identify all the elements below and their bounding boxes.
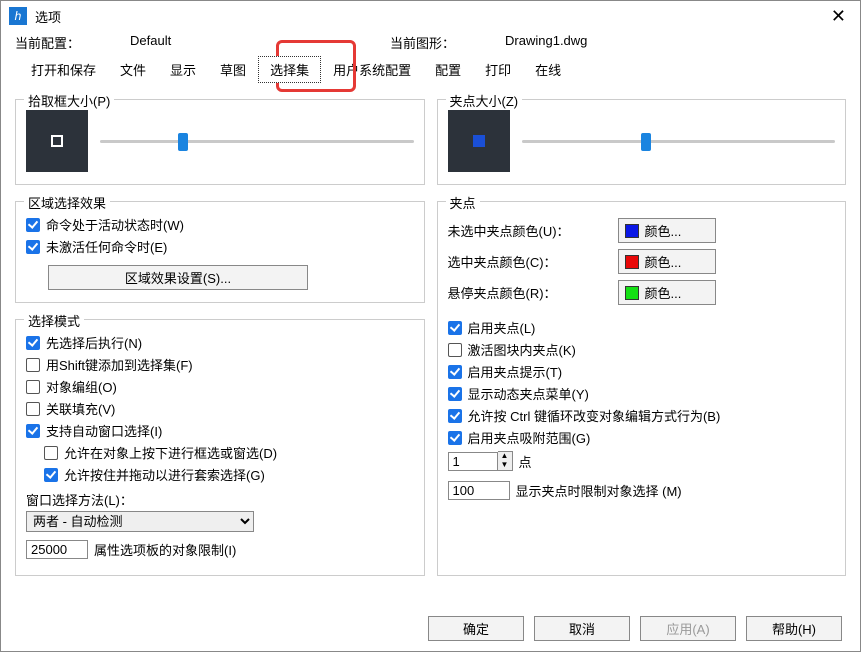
config-info: 当前配置： Default 当前图形： Drawing1.dwg — [1, 31, 860, 56]
mode-label-1: 用Shift键添加到选择集(F) — [46, 355, 193, 374]
apply-button[interactable]: 应用(A) — [640, 616, 736, 641]
mode-title: 选择模式 — [24, 311, 84, 330]
tab-7[interactable]: 打印 — [473, 56, 523, 83]
pickbox-group: 拾取框大小(P) — [15, 99, 425, 185]
region-group: 区域选择效果 命令处于活动状态时(W) 未激活任何命令时(E) 区域效果设置(S… — [15, 201, 425, 303]
region-settings-button[interactable]: 区域效果设置(S)... — [48, 265, 308, 290]
mode-sub-check-0[interactable] — [44, 446, 58, 460]
config-label: 当前配置： — [15, 33, 80, 52]
grip-range-input[interactable] — [448, 452, 498, 471]
tab-1[interactable]: 文件 — [108, 56, 158, 83]
tab-6[interactable]: 配置 — [423, 56, 473, 83]
mode-sub-label-1: 允许按住并拖动以进行套索选择(G) — [64, 465, 265, 484]
drawing-label: 当前图形： — [390, 33, 455, 52]
region-active-check[interactable] — [26, 218, 40, 232]
color-button-0[interactable]: 颜色... — [618, 218, 716, 243]
grip-check-label-0: 启用夹点(L) — [468, 318, 536, 337]
grip-group-title: 夹点 — [446, 193, 480, 212]
grip-check-0[interactable] — [448, 321, 462, 335]
color-label-1: 选中夹点颜色(C)： — [448, 252, 618, 271]
mode-check-4[interactable] — [26, 424, 40, 438]
limit-input[interactable] — [26, 540, 88, 559]
gripsize-group: 夹点大小(Z) — [437, 99, 847, 185]
tab-3[interactable]: 草图 — [208, 56, 258, 83]
mode-label-3: 关联填充(V) — [46, 399, 115, 418]
region-idle-label: 未激活任何命令时(E) — [46, 237, 167, 256]
tab-bar: 打开和保存文件显示草图选择集用户系统配置配置打印在线 — [1, 56, 860, 83]
grip-check-1[interactable] — [448, 343, 462, 357]
pickbox-preview — [26, 110, 88, 172]
left-column: 拾取框大小(P) 区域选择效果 命令处于活动状态时(W) 未激活任何命令时(E)… — [15, 91, 425, 576]
color-label-0: 未选中夹点颜色(U)： — [448, 221, 618, 240]
pickbox-title: 拾取框大小(P) — [24, 91, 114, 110]
winsel-label: 窗口选择方法(L)： — [26, 490, 414, 509]
winsel-select[interactable]: 两者 - 自动检测 — [26, 511, 254, 532]
color-button-1[interactable]: 颜色... — [618, 249, 716, 274]
grip-check-5[interactable] — [448, 431, 462, 445]
spin-down-icon[interactable]: ▼ — [498, 461, 512, 470]
app-logo-icon: h — [9, 7, 27, 25]
tab-2[interactable]: 显示 — [158, 56, 208, 83]
grip-preview — [448, 110, 510, 172]
mode-check-3[interactable] — [26, 402, 40, 416]
region-title: 区域选择效果 — [24, 193, 110, 212]
mode-sub-check-1[interactable] — [44, 468, 58, 482]
color-swatch-0 — [625, 224, 639, 238]
grip-limit-input[interactable] — [448, 481, 510, 500]
drawing-value: Drawing1.dwg — [505, 33, 765, 52]
grip-range-label: 点 — [519, 452, 532, 471]
color-label-2: 悬停夹点颜色(R)： — [448, 283, 618, 302]
grip-check-label-2: 启用夹点提示(T) — [468, 362, 563, 381]
mode-check-1[interactable] — [26, 358, 40, 372]
gripsize-slider[interactable] — [522, 132, 836, 150]
ok-button[interactable]: 确定 — [428, 616, 524, 641]
mode-label-4: 支持自动窗口选择(I) — [46, 421, 162, 440]
region-idle-check[interactable] — [26, 240, 40, 254]
tab-0[interactable]: 打开和保存 — [19, 56, 108, 83]
grip-check-3[interactable] — [448, 387, 462, 401]
help-button[interactable]: 帮助(H) — [746, 616, 842, 641]
grip-group: 夹点 未选中夹点颜色(U)：颜色...选中夹点颜色(C)：颜色...悬停夹点颜色… — [437, 201, 847, 576]
color-swatch-1 — [625, 255, 639, 269]
mode-sub-label-0: 允许在对象上按下进行框选或窗选(D) — [64, 443, 277, 462]
right-column: 夹点大小(Z) 夹点 未选中夹点颜色(U)：颜色...选中夹点颜色(C)：颜色.… — [437, 91, 847, 576]
grip-limit-label: 显示夹点时限制对象选择 (M) — [516, 481, 682, 500]
grip-check-2[interactable] — [448, 365, 462, 379]
close-icon[interactable]: ✕ — [825, 6, 852, 27]
tab-8[interactable]: 在线 — [523, 56, 573, 83]
pickbox-slider[interactable] — [100, 132, 414, 150]
grip-check-label-5: 启用夹点吸附范围(G) — [468, 428, 591, 447]
color-swatch-2 — [625, 286, 639, 300]
grip-square-icon — [473, 135, 485, 147]
mode-label-2: 对象编组(O) — [46, 377, 117, 396]
color-button-2[interactable]: 颜色... — [618, 280, 716, 305]
pickbox-square-icon — [51, 135, 63, 147]
region-active-label: 命令处于活动状态时(W) — [46, 215, 184, 234]
limit-label: 属性选项板的对象限制(I) — [94, 540, 236, 559]
config-value: Default — [130, 33, 390, 52]
mode-label-0: 先选择后执行(N) — [46, 333, 142, 352]
tab-5[interactable]: 用户系统配置 — [321, 56, 423, 83]
mode-group: 选择模式 先选择后执行(N)用Shift键添加到选择集(F)对象编组(O)关联填… — [15, 319, 425, 576]
title-bar: h 选项 ✕ — [1, 1, 860, 31]
tab-4[interactable]: 选择集 — [258, 56, 321, 83]
gripsize-title: 夹点大小(Z) — [446, 91, 523, 110]
grip-check-label-1: 激活图块内夹点(K) — [468, 340, 576, 359]
footer: 确定 取消 应用(A) 帮助(H) — [428, 616, 842, 641]
cancel-button[interactable]: 取消 — [534, 616, 630, 641]
grip-check-label-3: 显示动态夹点菜单(Y) — [468, 384, 589, 403]
window-title: 选项 — [35, 7, 825, 26]
mode-check-0[interactable] — [26, 336, 40, 350]
grip-check-label-4: 允许按 Ctrl 键循环改变对象编辑方式行为(B) — [468, 406, 721, 425]
grip-check-4[interactable] — [448, 409, 462, 423]
grip-range-spinner[interactable]: ▲▼ — [448, 451, 513, 471]
mode-check-2[interactable] — [26, 380, 40, 394]
